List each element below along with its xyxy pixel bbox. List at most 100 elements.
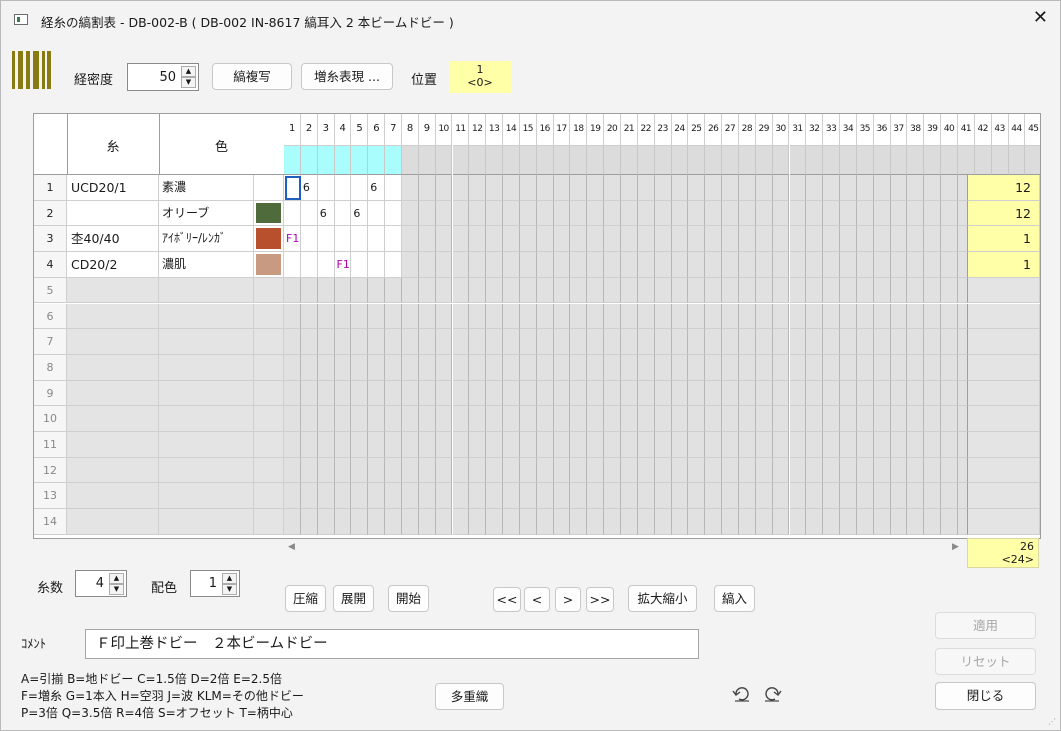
stripe-cell[interactable] — [941, 354, 958, 381]
stripe-cell[interactable] — [418, 329, 436, 355]
stripe-cell[interactable] — [755, 252, 773, 278]
stripe-cell[interactable] — [806, 354, 824, 381]
stripe-cell[interactable] — [907, 303, 925, 330]
stripe-cell[interactable] — [637, 329, 655, 355]
stripe-cell[interactable] — [553, 483, 571, 510]
undo-icon[interactable] — [730, 685, 754, 707]
stripe-cell[interactable] — [368, 277, 386, 304]
stripe-cell[interactable] — [401, 457, 419, 484]
stripe-cell[interactable] — [536, 406, 554, 432]
stripe-cell[interactable] — [806, 303, 824, 330]
stripe-cell[interactable]: F1 — [334, 252, 352, 278]
stripe-cell[interactable] — [418, 457, 436, 484]
stripe-cell[interactable] — [385, 252, 402, 278]
yarn-cell[interactable] — [67, 277, 159, 304]
stripe-cell[interactable] — [469, 509, 487, 535]
stripe-cell[interactable] — [452, 277, 470, 304]
stripe-cell[interactable] — [385, 406, 402, 432]
stripe-cell[interactable] — [435, 509, 453, 535]
stripe-cell[interactable] — [840, 354, 857, 381]
stripe-cell[interactable] — [452, 175, 470, 201]
stripe-cell[interactable] — [284, 329, 301, 355]
stripe-cell[interactable] — [654, 432, 672, 458]
stripe-cell[interactable] — [941, 277, 958, 304]
stripe-cell[interactable] — [823, 509, 841, 535]
color-swatch-cell[interactable] — [254, 509, 284, 535]
stripe-cell[interactable] — [401, 252, 419, 278]
spin-down-icon[interactable]: ▼ — [222, 584, 237, 595]
stripe-cell[interactable] — [806, 432, 824, 458]
stripe-cell[interactable] — [873, 226, 891, 253]
color-name-cell[interactable] — [159, 406, 254, 432]
stripe-cell[interactable] — [486, 406, 504, 432]
stripe-cell[interactable] — [418, 252, 436, 278]
stripe-cell[interactable] — [789, 252, 807, 278]
stripe-cell[interactable] — [570, 483, 588, 510]
stripe-cell[interactable] — [671, 226, 689, 253]
stripe-cell[interactable] — [941, 380, 958, 407]
next-button[interactable]: > — [555, 587, 581, 612]
stripe-cell[interactable] — [553, 277, 571, 304]
stripe-cell[interactable] — [503, 509, 520, 535]
stripe-cell[interactable] — [401, 483, 419, 510]
stripe-cell[interactable] — [486, 329, 504, 355]
stripe-cell[interactable] — [738, 483, 756, 510]
stripe-cell[interactable] — [486, 200, 504, 227]
stripe-cell[interactable] — [823, 432, 841, 458]
stripe-cell[interactable] — [772, 226, 790, 253]
stripe-cell[interactable] — [469, 226, 487, 253]
stripe-cell[interactable] — [503, 483, 520, 510]
stripe-cell[interactable] — [873, 329, 891, 355]
stripe-cell[interactable] — [688, 277, 706, 304]
stripe-cell[interactable] — [334, 457, 352, 484]
stripe-cell[interactable] — [789, 380, 807, 407]
stripe-cell[interactable] — [840, 175, 857, 201]
stripe-cell[interactable] — [823, 354, 841, 381]
stripe-cell[interactable] — [688, 175, 706, 201]
stripe-cell[interactable] — [418, 432, 436, 458]
stripe-cell[interactable] — [654, 483, 672, 510]
stripe-cell[interactable] — [772, 509, 790, 535]
stripe-cell[interactable] — [789, 432, 807, 458]
stripe-cell[interactable] — [705, 509, 723, 535]
stripe-cell[interactable] — [637, 380, 655, 407]
stripe-cell[interactable]: 6 — [368, 175, 386, 201]
stripe-cell[interactable] — [284, 200, 301, 227]
stripe-cell[interactable] — [300, 432, 318, 458]
stripe-cell[interactable] — [435, 380, 453, 407]
stripe-cell[interactable] — [738, 509, 756, 535]
stripe-cell[interactable] — [553, 303, 571, 330]
stripe-cell[interactable] — [503, 303, 520, 330]
stripe-cell[interactable] — [317, 354, 335, 381]
stripe-cell[interactable] — [519, 252, 537, 278]
stripe-cell[interactable] — [317, 432, 335, 458]
stripe-cell[interactable] — [890, 509, 908, 535]
yarn-cell[interactable]: 杢40/40 — [67, 226, 159, 253]
stripe-cell[interactable] — [401, 277, 419, 304]
stripe-cell[interactable] — [823, 200, 841, 227]
stripe-cell[interactable] — [738, 277, 756, 304]
stripe-cell[interactable] — [722, 406, 739, 432]
color-name-cell[interactable] — [159, 457, 254, 484]
stripe-cell[interactable] — [587, 380, 605, 407]
stripe-cell[interactable] — [553, 457, 571, 484]
stripe-cell[interactable] — [452, 406, 470, 432]
stripe-cell[interactable] — [688, 457, 706, 484]
stripe-cell[interactable] — [806, 277, 824, 304]
color-swatch-cell[interactable] — [254, 175, 284, 201]
stripe-cell[interactable] — [654, 509, 672, 535]
stripe-cell[interactable] — [789, 200, 807, 227]
stripe-cell[interactable] — [823, 226, 841, 253]
stripe-cell[interactable] — [941, 175, 958, 201]
stripe-cell[interactable] — [604, 277, 621, 304]
stripe-cell[interactable] — [840, 432, 857, 458]
stripe-cell[interactable] — [772, 457, 790, 484]
stripe-cell[interactable] — [772, 483, 790, 510]
stripe-cell[interactable] — [418, 277, 436, 304]
stripe-cell[interactable] — [890, 354, 908, 381]
stripe-cell[interactable] — [418, 303, 436, 330]
stripe-cell[interactable] — [924, 483, 942, 510]
stripe-cell[interactable] — [435, 277, 453, 304]
stripe-cell[interactable] — [435, 175, 453, 201]
stripe-cell[interactable] — [789, 329, 807, 355]
